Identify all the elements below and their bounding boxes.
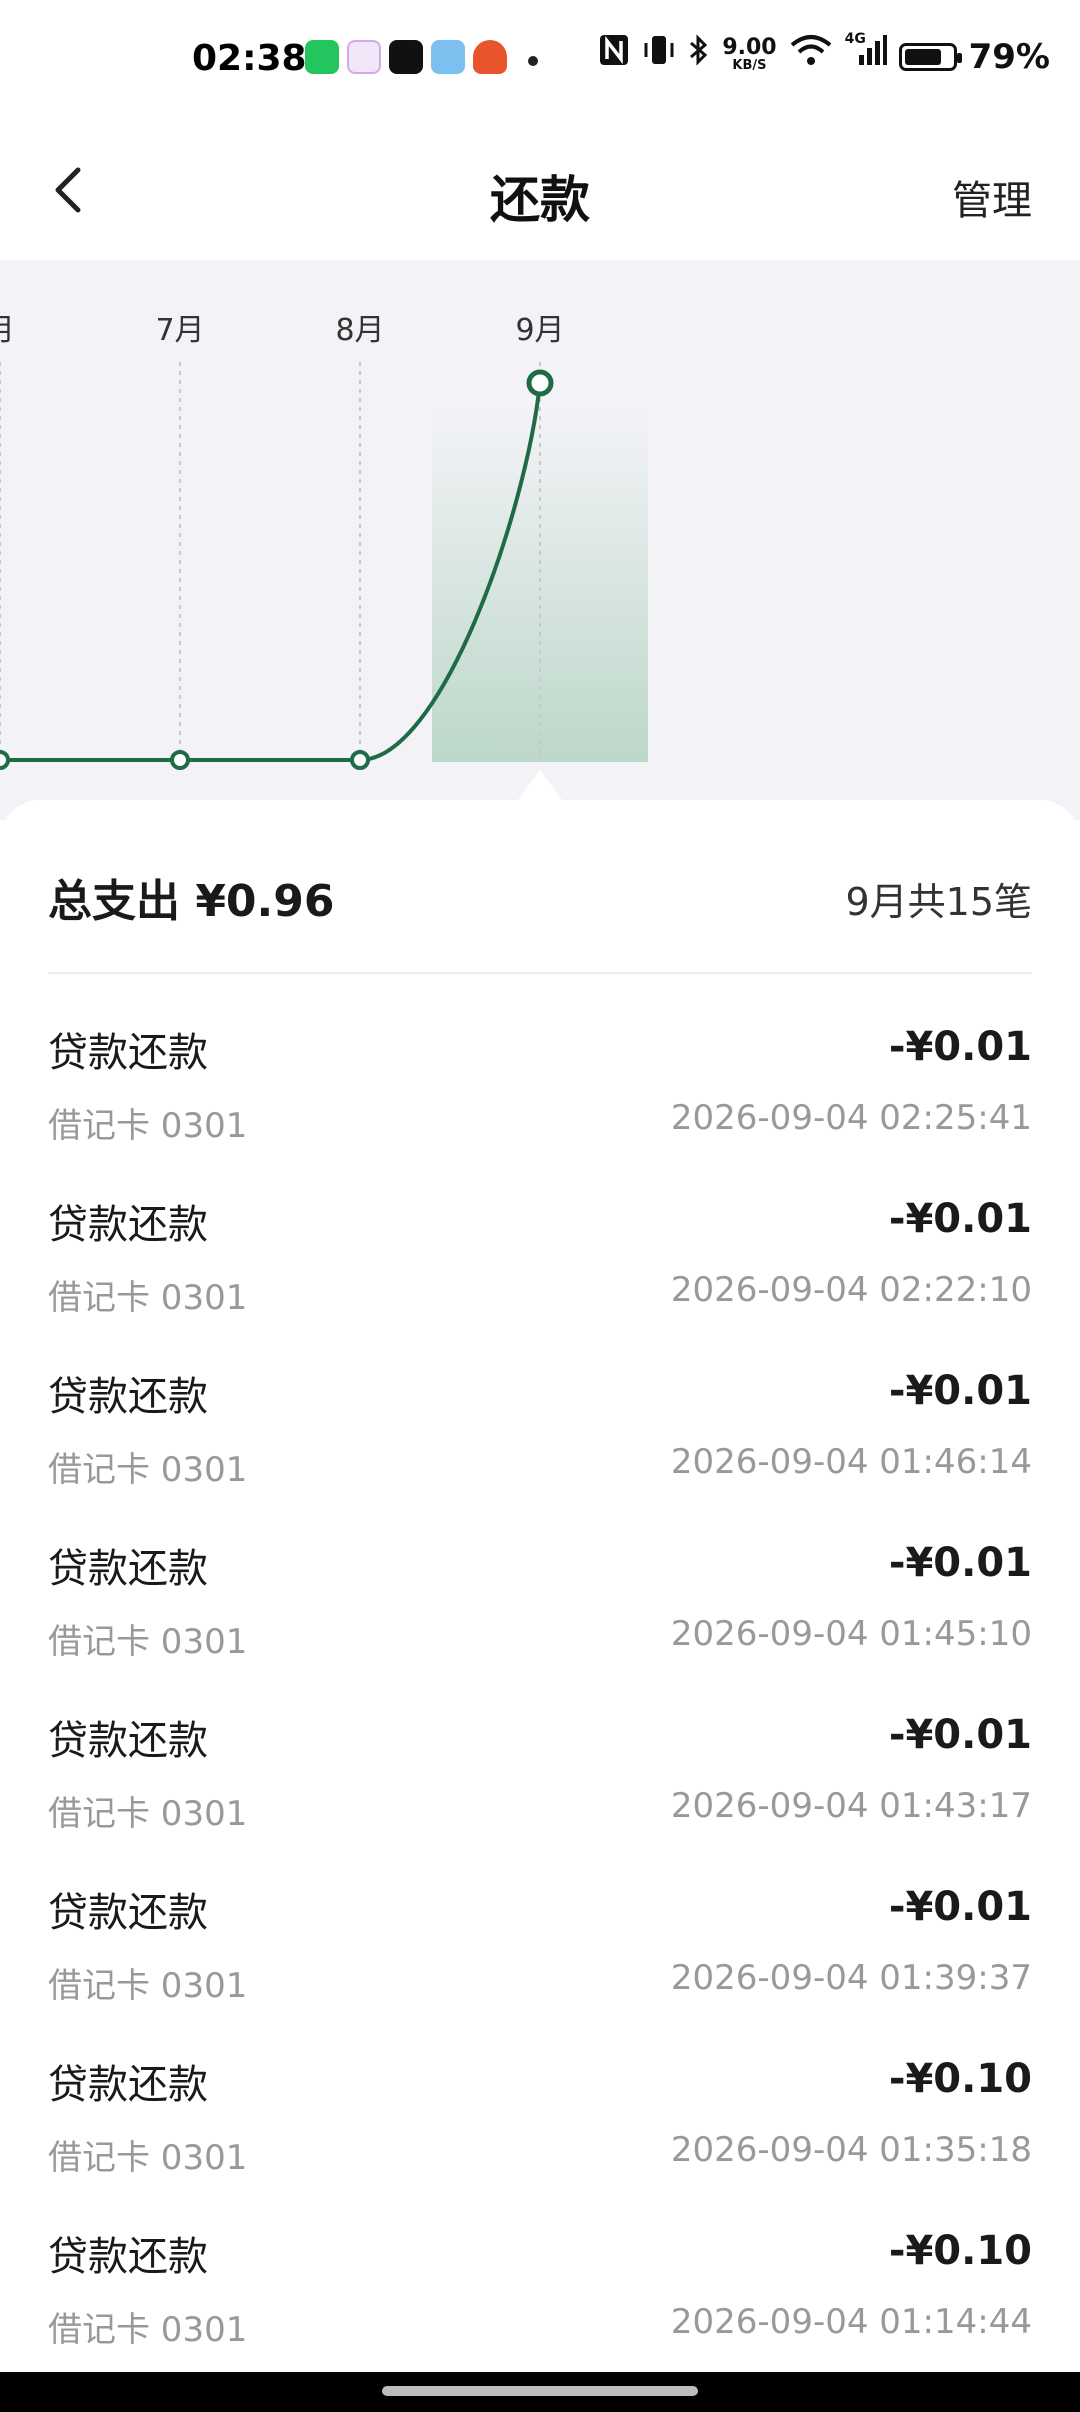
wifi-icon: [789, 33, 833, 81]
transaction-amount: -¥0.10: [888, 2228, 1032, 2274]
assistant-icon: [473, 40, 507, 74]
list-item[interactable]: 贷款还款 -¥0.10 借记卡 0301 2026-09-04 01:35:18: [0, 2052, 1080, 2224]
transaction-amount: -¥0.01: [888, 1712, 1032, 1758]
transaction-amount: -¥0.10: [888, 2056, 1032, 2102]
chart-svg: 月 7月 8月 9月: [0, 313, 648, 770]
transaction-amount: -¥0.01: [888, 1884, 1032, 1930]
transactions-sheet[interactable]: 总支出 ¥0.96 9月共15笔 贷款还款 -¥0.01 借记卡 0301 20…: [0, 800, 1080, 2372]
selected-data-point: [526, 369, 554, 397]
transaction-title: 贷款还款: [48, 2062, 208, 2108]
divider: [48, 972, 1032, 974]
transaction-title: 贷款还款: [48, 1718, 208, 1764]
x-tick-label: 月: [0, 313, 15, 348]
network-type: 4G: [844, 31, 866, 47]
battery-fill: [904, 49, 941, 65]
transaction-time: 2026-09-04 01:14:44: [670, 2302, 1032, 2342]
transaction-card: 借记卡 0301: [48, 1966, 248, 2006]
transaction-time: 2026-09-04 02:22:10: [670, 1270, 1032, 1310]
bluetooth-icon: [688, 33, 710, 81]
data-point: [170, 750, 190, 770]
transaction-time: 2026-09-04 01:45:10: [670, 1614, 1032, 1654]
transaction-amount: -¥0.01: [888, 1024, 1032, 1070]
transaction-card: 借记卡 0301: [48, 1622, 248, 1662]
header: 还款 管理: [0, 120, 1080, 260]
transaction-title: 贷款还款: [48, 2234, 208, 2280]
signal-icon: 4G: [844, 31, 887, 81]
wechat-icon: [305, 40, 339, 74]
data-point: [0, 750, 10, 770]
data-point: [350, 750, 370, 770]
list-item[interactable]: 贷款还款 -¥0.10 借记卡 0301 2026-09-04 01:14:44: [0, 2224, 1080, 2372]
transaction-card: 借记卡 0301: [48, 2138, 248, 2178]
transaction-amount: -¥0.01: [888, 1540, 1032, 1586]
transaction-title: 贷款还款: [48, 1374, 208, 1420]
transaction-title: 贷款还款: [48, 1030, 208, 1076]
x-tick-label: 7月: [155, 313, 204, 348]
transaction-amount: -¥0.01: [888, 1368, 1032, 1414]
transaction-card: 借记卡 0301: [48, 1794, 248, 1834]
transaction-card: 借记卡 0301: [48, 1106, 248, 1146]
transaction-time: 2026-09-04 01:46:14: [670, 1442, 1032, 1482]
status-bar: 02:38 9.00 KB/S 4G 79%: [0, 0, 1080, 120]
notification-icons: [305, 40, 507, 74]
gallery-icon: [347, 40, 381, 74]
more-notifications-dot-icon: [528, 56, 538, 66]
list-item[interactable]: 贷款还款 -¥0.01 借记卡 0301 2026-09-04 02:22:10: [0, 1192, 1080, 1364]
transaction-list: 贷款还款 -¥0.01 借记卡 0301 2026-09-04 02:25:41…: [0, 1020, 1080, 2372]
vibrate-icon: [642, 33, 676, 81]
status-right: 9.00 KB/S 4G 79%: [598, 31, 1050, 81]
page-title: 还款: [490, 171, 590, 229]
battery-percent: 79%: [968, 37, 1050, 77]
manage-button[interactable]: 管理: [952, 168, 1032, 226]
transaction-card: 借记卡 0301: [48, 1450, 248, 1490]
transaction-time: 2026-09-04 01:43:17: [670, 1786, 1032, 1826]
list-item[interactable]: 贷款还款 -¥0.01 借记卡 0301 2026-09-04 01:43:17: [0, 1708, 1080, 1880]
transaction-title: 贷款还款: [48, 1546, 208, 1592]
transaction-time: 2026-09-04 02:25:41: [670, 1098, 1032, 1138]
sheet-pointer: [518, 770, 562, 800]
list-item[interactable]: 贷款还款 -¥0.01 借记卡 0301 2026-09-04 01:39:37: [0, 1880, 1080, 2052]
network-speed: 9.00 KB/S: [722, 35, 777, 75]
transaction-card: 借记卡 0301: [48, 2310, 248, 2350]
list-item[interactable]: 贷款还款 -¥0.01 借记卡 0301 2026-09-04 01:46:14: [0, 1364, 1080, 1536]
battery-icon: [898, 43, 962, 71]
summary-row: 总支出 ¥0.96 9月共15笔: [48, 865, 1032, 935]
list-item[interactable]: 贷款还款 -¥0.01 借记卡 0301 2026-09-04 01:45:10: [0, 1536, 1080, 1708]
status-time: 02:38: [192, 38, 307, 79]
x-tick-label: 9月: [515, 313, 564, 348]
total-expense: 总支出 ¥0.96: [48, 876, 335, 927]
monthly-chart[interactable]: 月 7月 8月 9月: [0, 260, 1080, 820]
tiktok-icon: [389, 40, 423, 74]
x-tick-label: 8月: [335, 313, 384, 348]
transaction-time: 2026-09-04 01:35:18: [670, 2130, 1032, 2170]
home-indicator[interactable]: [382, 2386, 698, 2396]
month-count: 9月共15笔: [845, 880, 1032, 924]
transaction-time: 2026-09-04 01:39:37: [670, 1958, 1032, 1998]
network-speed-value: 9.00: [722, 35, 777, 60]
nfc-icon: [598, 33, 630, 81]
weather-icon: [431, 40, 465, 74]
transaction-title: 贷款还款: [48, 1202, 208, 1248]
transaction-title: 贷款还款: [48, 1890, 208, 1936]
system-nav-bar: [0, 2372, 1080, 2412]
screen: 02:38 9.00 KB/S 4G 79% 还款 管理 7月 8月 9月 总支…: [0, 0, 1080, 2412]
transaction-card: 借记卡 0301: [48, 1278, 248, 1318]
transaction-amount: -¥0.01: [888, 1196, 1032, 1242]
list-item[interactable]: 贷款还款 -¥0.01 借记卡 0301 2026-09-04 02:25:41: [0, 1020, 1080, 1192]
